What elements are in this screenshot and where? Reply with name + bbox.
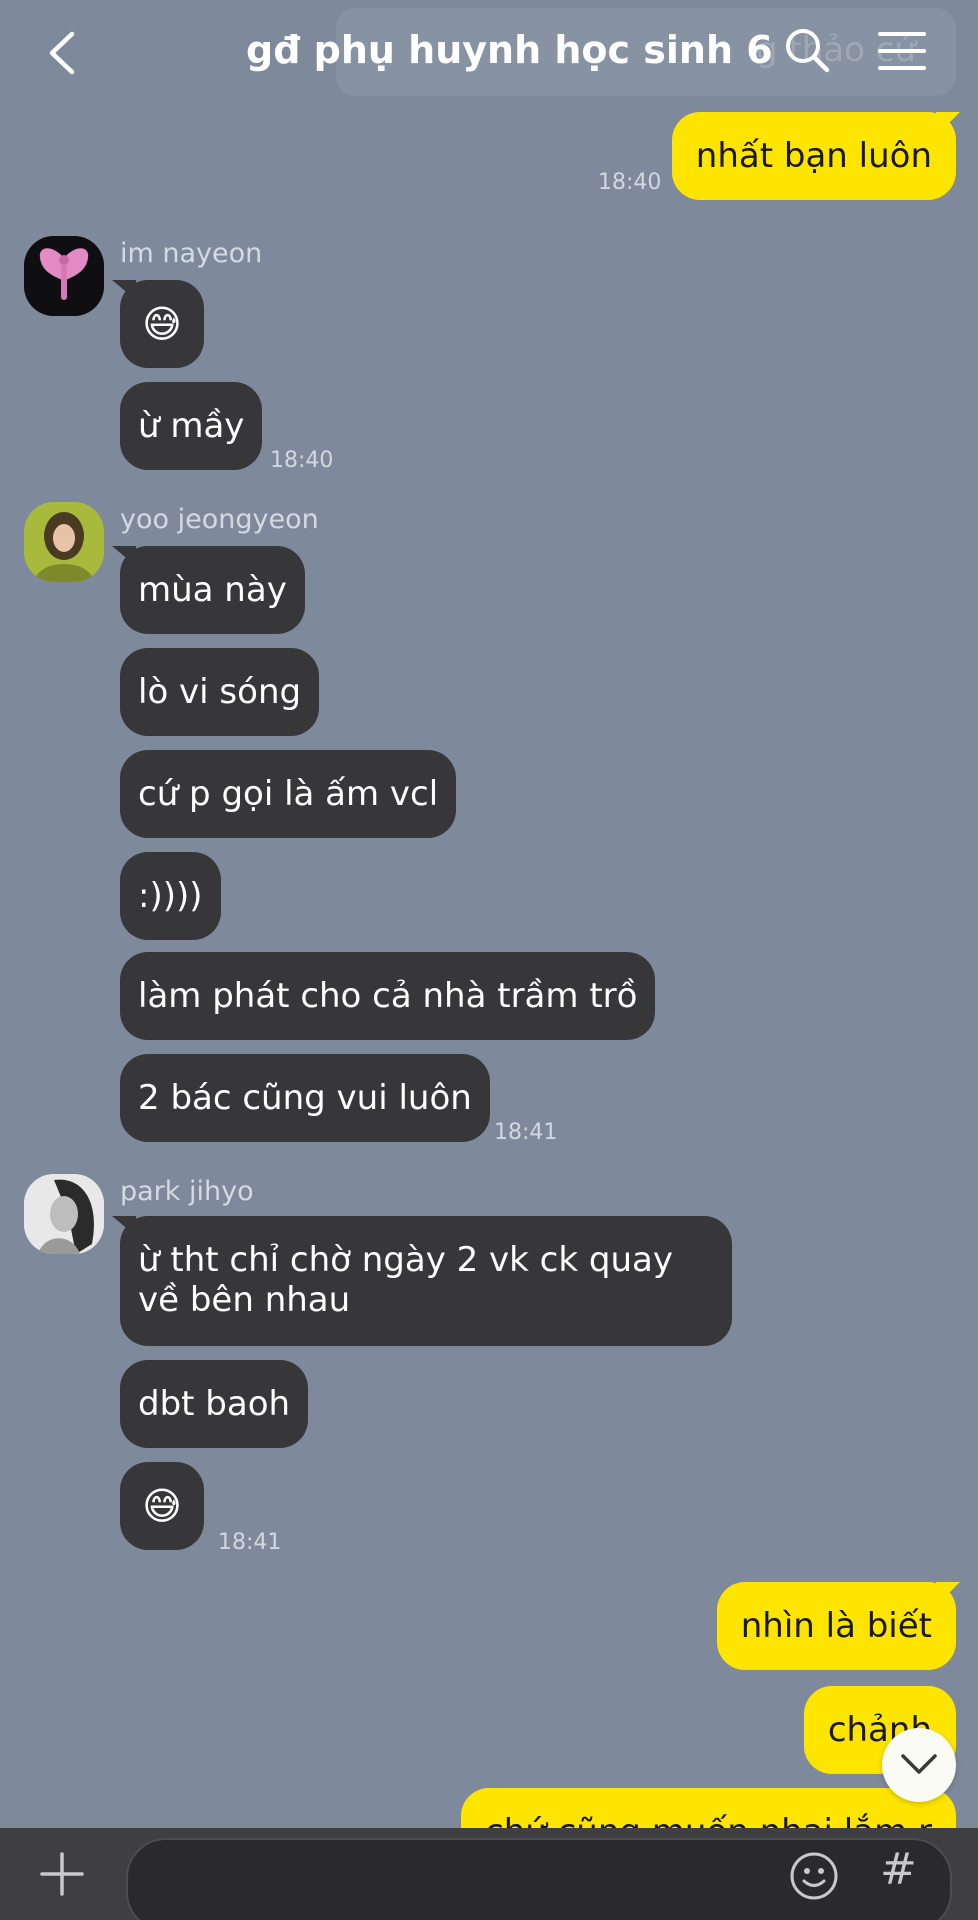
bubble-tail (936, 112, 960, 132)
menu-icon[interactable] (878, 30, 926, 72)
avatar-image (24, 1174, 104, 1254)
message-time: 18:41 (494, 1120, 558, 1145)
incoming-message-bubble[interactable]: ừ tht chỉ chờ ngày 2 vk ck quay về bên n… (120, 1216, 732, 1346)
incoming-message-bubble[interactable]: mùa này (120, 546, 305, 634)
avatar-park-jihyo[interactable] (24, 1174, 104, 1254)
message-list-clip: chứ cũng muốn nhai lắm r (0, 1780, 978, 1828)
outgoing-message-bubble[interactable]: nhìn là biết (716, 1582, 956, 1670)
emoji-icon[interactable] (788, 1850, 840, 1902)
hashtag-search-button[interactable]: # (880, 1844, 917, 1895)
avatar-image (24, 236, 104, 316)
message-time: 18:40 (598, 170, 662, 195)
outgoing-message-bubble[interactable]: nhất bạn luôn (671, 112, 956, 200)
message-input-bar: # (0, 1828, 978, 1920)
incoming-message-bubble[interactable]: ừ mầy (120, 382, 263, 470)
incoming-message-bubble[interactable]: :)))) (120, 852, 221, 940)
sender-name: im nayeon (120, 238, 263, 269)
incoming-message-bubble[interactable]: lò vi sóng (120, 648, 320, 736)
chevron-down-icon (901, 1754, 937, 1774)
incoming-message-bubble[interactable]: 😅 (120, 280, 204, 368)
incoming-message-bubble[interactable]: dbt baoh (120, 1360, 309, 1448)
chat-title: gđ phụ huynh học sinh 6 (246, 28, 773, 72)
incoming-message-bubble[interactable]: cứ p gọi là ấm vcl (120, 750, 457, 838)
incoming-message-bubble[interactable]: 2 bác cũng vui luôn (120, 1054, 490, 1142)
search-icon[interactable] (782, 26, 832, 76)
incoming-message-bubble[interactable]: 😅 (120, 1462, 204, 1550)
outgoing-message-bubble[interactable]: chứ cũng muốn nhai lắm r (461, 1788, 956, 1828)
avatar-im-nayeon[interactable] (24, 236, 104, 316)
avatar-yoo-jeongyeon[interactable] (24, 502, 104, 582)
sender-name: park jihyo (120, 1176, 254, 1207)
back-arrow-icon[interactable] (42, 28, 86, 78)
message-time: 18:40 (270, 448, 334, 473)
sender-name: yoo jeongyeon (120, 504, 319, 535)
avatar-image (24, 502, 104, 582)
scroll-to-bottom-button[interactable] (882, 1728, 956, 1802)
incoming-message-bubble[interactable]: làm phát cho cả nhà trầm trồ (120, 952, 656, 1040)
message-time: 18:41 (218, 1530, 282, 1555)
plus-icon[interactable] (38, 1850, 86, 1898)
chat-header: g thảo cứ gđ phụ huynh học sinh 6 (0, 0, 978, 108)
bubble-tail (936, 1582, 960, 1602)
